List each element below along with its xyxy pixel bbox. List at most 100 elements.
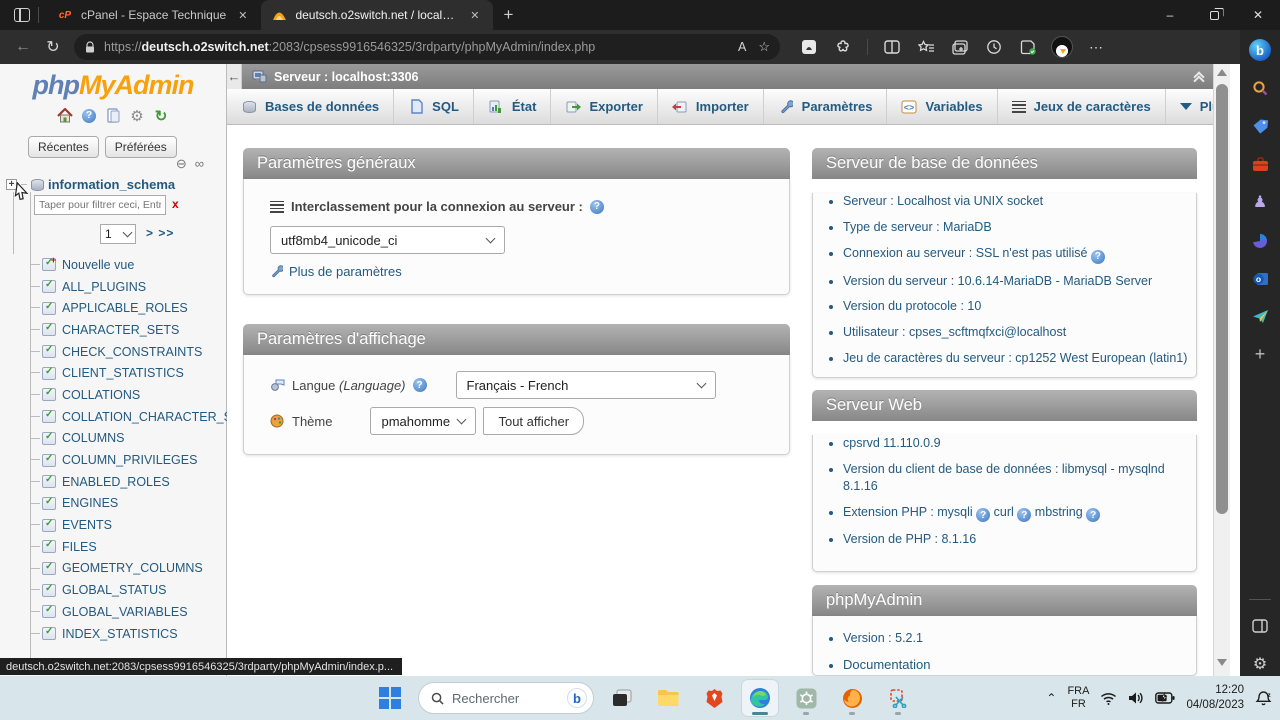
shopping-icon[interactable]: [1013, 34, 1043, 60]
scrollbar-thumb[interactable]: [1216, 84, 1228, 514]
refresh-icon[interactable]: ↻: [153, 107, 170, 125]
help-icon[interactable]: ?: [589, 199, 604, 214]
browser-tab-cpanel[interactable]: cP cPanel - Espace Technique ✕: [47, 0, 261, 30]
help-icon[interactable]: ?: [1086, 508, 1101, 523]
drop-icon[interactable]: [1247, 305, 1273, 329]
tree-item-table[interactable]: ALL_PLUGINS: [0, 276, 227, 298]
refresh-button[interactable]: ↻: [38, 37, 68, 57]
tree-item-table[interactable]: CHARACTER_SETS: [0, 319, 227, 341]
settings-gear-icon[interactable]: ⚙: [129, 107, 146, 125]
tree-item-table[interactable]: ENGINES: [0, 493, 227, 515]
language-indicator[interactable]: FRA FR: [1067, 685, 1089, 710]
tree-item-table[interactable]: EVENTS: [0, 514, 227, 536]
tree-item-table[interactable]: CLIENT_STATISTICS: [0, 362, 227, 384]
sidebar-settings-gear-icon[interactable]: ⚙: [1247, 652, 1273, 676]
shopping-tag-icon[interactable]: [1247, 114, 1273, 138]
collation-select[interactable]: utf8mb4_unicode_ci: [270, 226, 505, 254]
table-filter-input[interactable]: [34, 195, 166, 215]
help-icon[interactable]: ?: [1017, 508, 1032, 523]
tab-databases[interactable]: Bases de données: [227, 89, 395, 124]
tab-actions-icon[interactable]: [14, 8, 30, 22]
scroll-up-icon[interactable]: [1217, 69, 1227, 76]
close-tab-icon[interactable]: ✕: [466, 7, 483, 24]
favorite-tables-button[interactable]: Préférées: [104, 136, 177, 158]
back-button[interactable]: ←: [8, 38, 38, 56]
split-screen-icon[interactable]: [877, 34, 907, 60]
taskbar-search[interactable]: Rechercher b: [418, 682, 594, 714]
documentation-link[interactable]: Documentation: [843, 657, 930, 672]
add-sidebar-item-icon[interactable]: +: [1247, 343, 1273, 367]
home-icon[interactable]: [57, 107, 74, 124]
tree-item-new-view[interactable]: Nouvelle vue: [0, 254, 227, 276]
recent-tables-button[interactable]: Récentes: [28, 136, 99, 158]
more-options-icon[interactable]: ⋯: [1081, 34, 1111, 60]
tree-item-table[interactable]: GEOMETRY_COLUMNS: [0, 558, 227, 580]
tree-item-table[interactable]: COLUMNS: [0, 428, 227, 450]
scroll-down-icon[interactable]: [1217, 659, 1227, 666]
read-aloud-icon[interactable]: A: [738, 40, 746, 54]
collapse-sidebar-button[interactable]: ←: [227, 64, 242, 89]
games-icon[interactable]: ♟: [1247, 190, 1273, 214]
edge-button[interactable]: [742, 680, 778, 716]
help-icon[interactable]: ?: [81, 107, 98, 124]
task-view-button[interactable]: [604, 680, 640, 716]
browser-essentials-icon[interactable]: [828, 34, 858, 60]
file-explorer-button[interactable]: [650, 680, 686, 716]
help-icon[interactable]: ?: [976, 508, 991, 523]
start-button[interactable]: [372, 680, 408, 716]
page-scrollbar[interactable]: [1213, 64, 1230, 676]
minimize-button[interactable]: –: [1148, 0, 1192, 30]
theme-select[interactable]: pmahomme: [370, 407, 477, 435]
taskbar-clock[interactable]: 12:20 04/08/2023: [1186, 683, 1244, 713]
close-tab-icon[interactable]: ✕: [234, 7, 251, 24]
outlook-icon[interactable]: o: [1247, 267, 1273, 291]
close-window-button[interactable]: ✕: [1236, 0, 1280, 30]
tab-settings[interactable]: Paramètres: [764, 89, 888, 124]
clear-filter-button[interactable]: x: [172, 197, 179, 211]
extension-icon[interactable]: [794, 34, 824, 60]
tab-status[interactable]: État: [474, 89, 552, 124]
battery-icon[interactable]: [1155, 692, 1176, 704]
wifi-icon[interactable]: [1100, 692, 1117, 705]
firefox-button[interactable]: [834, 680, 870, 716]
tab-export[interactable]: Exporter: [551, 89, 658, 124]
favorites-icon[interactable]: [911, 34, 941, 60]
next-page-link[interactable]: > >>: [146, 226, 174, 240]
chatgpt-button[interactable]: [788, 680, 824, 716]
tab-import[interactable]: Importer: [658, 89, 764, 124]
profile-avatar[interactable]: [1047, 34, 1077, 60]
database-item-information-schema[interactable]: + information_schema: [6, 177, 175, 192]
snipping-tool-button[interactable]: [880, 680, 916, 716]
link-with-main-icon[interactable]: ∞: [195, 156, 204, 172]
toolbox-icon[interactable]: [1247, 152, 1273, 176]
page-select[interactable]: 1: [100, 224, 136, 244]
browser-tab-phpmyadmin[interactable]: deutsch.o2switch.net / localhost ✕: [261, 0, 494, 30]
tree-item-table[interactable]: INDEX_STATISTICS: [0, 623, 227, 645]
tree-item-table[interactable]: GLOBAL_VARIABLES: [0, 601, 227, 623]
help-icon[interactable]: ?: [1090, 249, 1105, 264]
volume-icon[interactable]: [1128, 691, 1144, 705]
microsoft365-icon[interactable]: [1247, 228, 1273, 252]
favorite-star-icon[interactable]: ☆: [758, 39, 770, 55]
tree-item-table[interactable]: COLLATION_CHARACTER_S: [0, 406, 227, 428]
tree-item-table[interactable]: APPLICABLE_ROLES: [0, 297, 227, 319]
tree-item-table[interactable]: COLLATIONS: [0, 384, 227, 406]
brave-button[interactable]: [696, 680, 732, 716]
tab-sql[interactable]: SQL: [394, 89, 474, 124]
more-settings-link[interactable]: Plus de paramètres: [289, 264, 402, 279]
tab-charsets[interactable]: Jeux de caractères: [998, 89, 1166, 124]
search-icon[interactable]: [1247, 76, 1273, 100]
log-icon[interactable]: [105, 107, 122, 124]
tree-item-table[interactable]: FILES: [0, 536, 227, 558]
notification-bell-icon[interactable]: z: [1255, 690, 1272, 707]
tree-item-table[interactable]: ENABLED_ROLES: [0, 471, 227, 493]
collapse-all-icon[interactable]: ⊖: [176, 156, 187, 172]
tree-item-table[interactable]: CHECK_CONSTRAINTS: [0, 341, 227, 363]
tab-variables[interactable]: <> Variables: [887, 89, 998, 124]
tray-chevron-up-icon[interactable]: ⌃: [1046, 691, 1056, 705]
restore-button[interactable]: [1192, 0, 1236, 30]
sidebar-toggle-icon[interactable]: [1247, 614, 1273, 638]
new-tab-button[interactable]: +: [503, 5, 513, 25]
bing-chat-icon[interactable]: b: [1247, 38, 1273, 62]
show-all-themes-button[interactable]: Tout afficher: [483, 407, 585, 435]
